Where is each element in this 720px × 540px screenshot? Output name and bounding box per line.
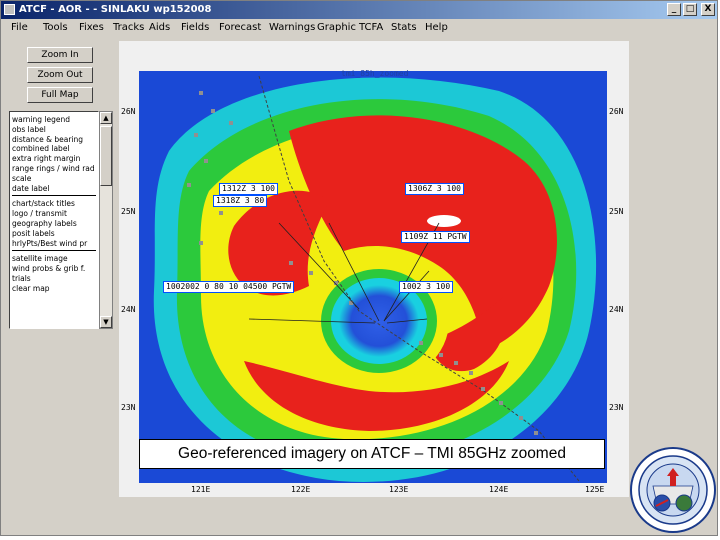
- tmi-85ghz-imagery: [139, 71, 607, 483]
- satellite-image[interactable]: [139, 71, 607, 483]
- option-item[interactable]: hrlyPts/Best wind pr: [12, 239, 96, 249]
- option-item[interactable]: extra right margin: [12, 154, 96, 164]
- option-item[interactable]: obs label: [12, 125, 96, 135]
- menu-stats[interactable]: Stats: [391, 19, 417, 37]
- menu-tools[interactable]: Tools: [43, 19, 68, 37]
- atcf-window: ATCF - AOR - - SINLAKU wp152008 _ □ X Fi…: [0, 0, 718, 536]
- close-button[interactable]: X: [701, 3, 715, 16]
- maximize-button[interactable]: □: [683, 3, 697, 16]
- jtwc-seal-icon: [629, 446, 717, 534]
- longitude-label: 123E: [389, 485, 409, 494]
- menu-help[interactable]: Help: [425, 19, 448, 37]
- app-icon[interactable]: [4, 4, 15, 15]
- menu-tcfa[interactable]: TCFA: [359, 19, 383, 37]
- menu-fixes[interactable]: Fixes: [79, 19, 104, 37]
- option-item[interactable]: satellite image: [12, 254, 96, 264]
- fix-label[interactable]: 1002002 0 80 10 04500 PGTW: [163, 281, 295, 293]
- display-options-list[interactable]: warning legend obs label distance & bear…: [9, 111, 99, 329]
- option-item[interactable]: wind probs & grib f.: [12, 264, 96, 274]
- longitude-label: 124E: [489, 485, 509, 494]
- zoom-in-button[interactable]: Zoom In: [27, 47, 93, 63]
- full-map-button[interactable]: Full Map: [27, 87, 93, 103]
- zoom-out-button[interactable]: Zoom Out: [27, 67, 93, 83]
- latitude-label: 26N: [609, 107, 624, 116]
- option-item[interactable]: logo / transmit: [12, 209, 96, 219]
- option-item[interactable]: clear map: [12, 284, 96, 294]
- scroll-up-icon[interactable]: ▲: [100, 112, 112, 124]
- longitude-label: 121E: [191, 485, 211, 494]
- menu-fields[interactable]: Fields: [181, 19, 209, 37]
- map-display[interactable]: tmi_85h_zoomed 26N 25N 24N 23N 26N 25N 2…: [119, 41, 629, 497]
- menu-bar: File Tools Fixes Tracks Aids Fields Fore…: [1, 19, 717, 37]
- scroll-down-icon[interactable]: ▼: [100, 316, 112, 328]
- latitude-label: 26N: [121, 107, 136, 116]
- scroll-thumb[interactable]: [100, 126, 112, 186]
- latitude-label: 25N: [121, 207, 136, 216]
- option-item[interactable]: range rings / wind rad: [12, 164, 96, 174]
- menu-warnings[interactable]: Warnings: [269, 19, 315, 37]
- menu-aids[interactable]: Aids: [149, 19, 170, 37]
- menu-graphic[interactable]: Graphic: [317, 19, 356, 37]
- option-item[interactable]: date label: [12, 184, 96, 194]
- image-product-label: tmi_85h_zoomed: [341, 69, 409, 78]
- slide-caption: Geo-referenced imagery on ATCF – TMI 85G…: [139, 439, 605, 469]
- option-separator: [12, 195, 96, 197]
- menu-file[interactable]: File: [11, 19, 28, 37]
- fix-label[interactable]: 1318Z 3 80: [213, 195, 268, 207]
- latitude-label: 23N: [121, 403, 136, 412]
- menu-tracks[interactable]: Tracks: [113, 19, 144, 37]
- menu-forecast[interactable]: Forecast: [219, 19, 261, 37]
- option-item[interactable]: distance & bearing: [12, 135, 96, 145]
- option-item[interactable]: posit labels: [12, 229, 96, 239]
- title-bar[interactable]: ATCF - AOR - - SINLAKU wp152008 _ □ X: [1, 1, 717, 19]
- option-item[interactable]: chart/stack titles: [12, 199, 96, 209]
- minimize-button[interactable]: _: [667, 3, 681, 16]
- option-separator: [12, 250, 96, 252]
- fix-label[interactable]: 1002 3 100: [399, 281, 454, 293]
- latitude-label: 25N: [609, 207, 624, 216]
- window-title: ATCF - AOR - - SINLAKU wp152008: [19, 4, 212, 15]
- latitude-label: 24N: [121, 305, 136, 314]
- longitude-label: 125E: [585, 485, 605, 494]
- fix-label[interactable]: 1312Z 3 100: [219, 183, 278, 195]
- fix-label[interactable]: 1109Z 11 PGTW: [401, 231, 470, 243]
- option-item[interactable]: combined label: [12, 144, 96, 154]
- latitude-label: 23N: [609, 403, 624, 412]
- longitude-label: 122E: [291, 485, 311, 494]
- options-scrollbar[interactable]: ▲ ▼: [99, 111, 113, 329]
- option-item[interactable]: geography labels: [12, 219, 96, 229]
- option-item[interactable]: scale: [12, 174, 96, 184]
- latitude-label: 24N: [609, 305, 624, 314]
- option-item[interactable]: trials: [12, 274, 96, 284]
- fix-label[interactable]: 1306Z 3 100: [405, 183, 464, 195]
- option-item[interactable]: warning legend: [12, 115, 96, 125]
- map-control-panel: Zoom In Zoom Out Full Map warning legend…: [3, 39, 117, 533]
